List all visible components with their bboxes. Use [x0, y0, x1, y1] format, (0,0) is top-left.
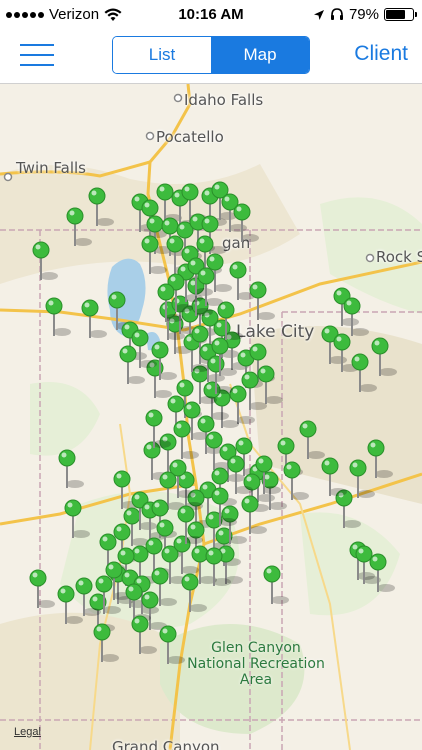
- map-pin-icon[interactable]: [32, 241, 58, 280]
- list-map-segmented-control: List Map: [112, 36, 310, 74]
- status-right: 79%: [313, 6, 417, 23]
- map-pin-icon[interactable]: [351, 353, 377, 392]
- map-pin-icon[interactable]: [249, 281, 275, 320]
- map-pin-icon[interactable]: [131, 615, 157, 654]
- battery-icon: [384, 8, 417, 21]
- map-pin-icon[interactable]: [369, 553, 395, 592]
- headphones-icon: [330, 8, 343, 20]
- location-arrow-icon: [313, 9, 324, 20]
- map-pin-icon[interactable]: [29, 569, 55, 608]
- map-pin-icon[interactable]: [45, 297, 71, 336]
- map-segment[interactable]: Map: [211, 37, 309, 73]
- navigation-bar: List Map Client: [0, 30, 422, 84]
- map-pin-icon[interactable]: [58, 449, 84, 488]
- map-pin-icon[interactable]: [349, 459, 375, 498]
- map-pin-icon[interactable]: [88, 187, 114, 226]
- map-pin-icon[interactable]: [233, 203, 259, 242]
- map-pin-icon[interactable]: [173, 420, 199, 459]
- client-button[interactable]: Client: [354, 42, 408, 66]
- battery-percent: 79%: [348, 6, 379, 23]
- legal-link[interactable]: Legal: [14, 726, 41, 738]
- list-segment[interactable]: List: [113, 37, 211, 73]
- map-pin-icon[interactable]: [371, 337, 397, 376]
- map-pin-icon[interactable]: [321, 457, 347, 496]
- status-bar: Verizon 10:16 AM 79%: [0, 0, 422, 30]
- map-pin-icon[interactable]: [159, 625, 185, 664]
- map-pin-icon[interactable]: [299, 420, 325, 459]
- map-pin-icon[interactable]: [93, 623, 119, 662]
- map-pin-icon[interactable]: [263, 565, 289, 604]
- map-view[interactable]: Idaho Falls Pocatello Twin Falls gan Lak…: [0, 84, 422, 750]
- hamburger-menu-icon[interactable]: [20, 42, 56, 68]
- map-pin-icon[interactable]: [141, 235, 167, 274]
- map-pin-icon[interactable]: [66, 207, 92, 246]
- pin-layer: [29, 181, 397, 664]
- map-pin-icon[interactable]: [64, 499, 90, 538]
- battery-level-fill: [386, 10, 405, 19]
- map-pin-icon[interactable]: [343, 297, 369, 336]
- map-pin-icon[interactable]: [283, 461, 309, 500]
- map-pin-icon[interactable]: [81, 299, 107, 338]
- map-pin-icon[interactable]: [367, 439, 393, 478]
